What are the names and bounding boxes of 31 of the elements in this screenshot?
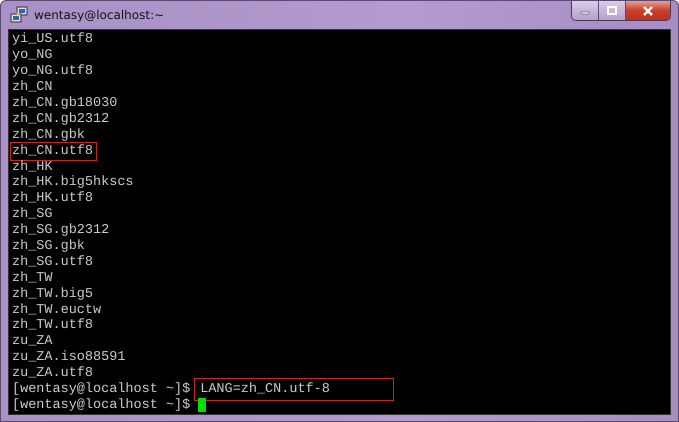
- terminal-output-line: zh_SG: [12, 207, 53, 222]
- window-title: wentasy@localhost:~: [34, 8, 164, 22]
- close-button[interactable]: [626, 1, 670, 20]
- terminal-output-line: zh_HK.utf8: [12, 191, 94, 206]
- terminal-output-line: yo_NG.utf8: [12, 64, 94, 80]
- close-icon: [642, 6, 654, 16]
- terminal-output-line: zh_HK.big5hkscs: [12, 175, 134, 190]
- terminal-output-line: zh_CN: [12, 80, 53, 96]
- terminal-output-line: zh_SG.gbk: [12, 239, 85, 254]
- terminal-output-line: zh_SG.utf8: [12, 254, 94, 270]
- terminal-output-line: zu_ZA.iso88591: [12, 350, 126, 366]
- maximize-icon: [607, 6, 617, 15]
- maximize-button[interactable]: [599, 1, 626, 20]
- shell-prompt: [wentasy@localhost ~]$: [12, 382, 190, 398]
- terminal-output-line: zh_CN.gb2312: [12, 112, 110, 127]
- terminal-output-line: zh_HK: [12, 160, 53, 175]
- shell-prompt: [wentasy@localhost ~]$: [12, 398, 190, 413]
- terminal-output-line: zh_CN.utf8: [12, 144, 96, 159]
- minimize-button[interactable]: [572, 1, 599, 20]
- computers-icon: [10, 6, 28, 24]
- terminal-output-line: zh_CN.gbk: [12, 128, 85, 143]
- terminal-output-line: zu_ZA.utf8: [12, 366, 94, 382]
- terminal-output-line: zh_TW: [12, 270, 53, 286]
- terminal-output-line: zh_SG.gb2312: [12, 223, 110, 238]
- terminal-output-line: zh_TW.euctw: [12, 302, 102, 318]
- terminal-output-line: zu_ZA: [12, 334, 53, 350]
- terminal-output-line: yi_US.utf8: [12, 32, 94, 48]
- terminal-output-line: zh_TW.utf8: [12, 318, 94, 334]
- terminal-output-line: yo_NG: [12, 48, 53, 64]
- terminal-output-line: zh_TW.big5: [12, 286, 94, 302]
- terminal-output-line: zh_CN.gb18030: [12, 96, 118, 111]
